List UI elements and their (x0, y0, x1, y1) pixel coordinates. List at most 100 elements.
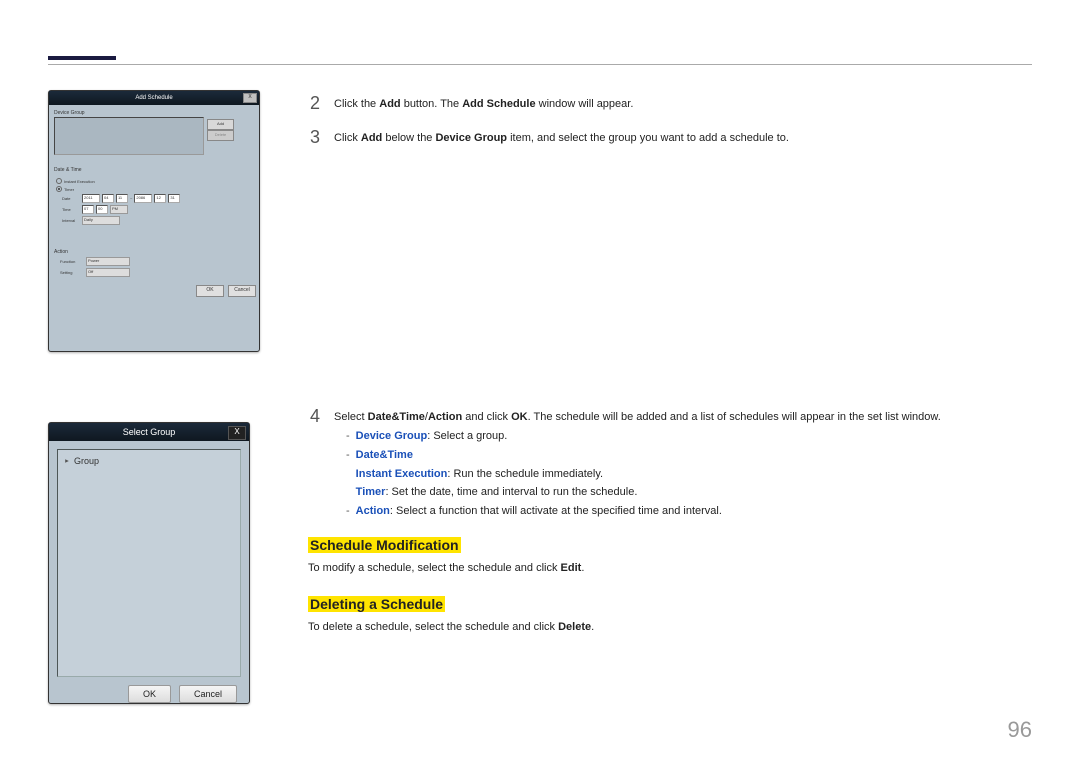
add-schedule-title-bar: Add Schedule X (49, 91, 259, 105)
group-tree-root[interactable]: Group (64, 456, 234, 466)
text: . (581, 562, 584, 574)
date-time-box: Instant Execution Timer Date 2011 04 11 … (54, 174, 254, 229)
date-row-label: Date (62, 196, 80, 201)
date-separator: ~ (130, 196, 132, 201)
text: Select (334, 411, 368, 423)
para-deleting-schedule: To delete a schedule, select the schedul… (308, 620, 1032, 635)
bold-add-schedule: Add Schedule (462, 98, 535, 110)
text: : Select a group. (427, 430, 507, 442)
radio-timer[interactable] (56, 186, 62, 192)
close-icon[interactable]: X (228, 426, 246, 440)
header-rule (48, 64, 1032, 65)
device-group-list[interactable] (54, 117, 204, 155)
sublist-item-device-group: - Device Group: Select a group. (346, 427, 1032, 446)
select-group-body: Group (57, 449, 241, 677)
label-datetime: Date&Time (356, 449, 413, 461)
page-number: 96 (1008, 717, 1032, 743)
close-icon[interactable]: X (243, 93, 257, 103)
label-instant: Instant Execution (356, 468, 448, 480)
text: and click (462, 411, 511, 423)
text: : Select a function that will activate a… (390, 505, 722, 517)
group-label: Group (74, 456, 99, 466)
date-year-start[interactable]: 2011 (82, 194, 100, 203)
instant-execution-label: Instant Execution (64, 179, 95, 184)
header-marker (48, 56, 116, 60)
text: below the (382, 132, 435, 144)
dash-icon: - (346, 502, 350, 521)
time-ampm[interactable]: PM (110, 205, 128, 214)
ok-button[interactable]: OK (196, 285, 224, 297)
add-schedule-title: Add Schedule (135, 95, 172, 101)
collapse-icon (64, 458, 70, 464)
text: : Run the schedule immediately. (447, 468, 603, 480)
bold-add: Add (361, 132, 382, 144)
bold-add: Add (379, 98, 400, 110)
step-body: Click Add below the Device Group item, a… (334, 128, 1032, 146)
step-body: Select Date&Time/Action and click OK. Th… (334, 407, 1032, 521)
text: Click the (334, 98, 379, 110)
sublist-item-datetime: - Date&Time Instant Execution: Run the s… (346, 446, 1032, 502)
cancel-button[interactable]: Cancel (228, 285, 256, 297)
step-number: 4 (308, 407, 320, 521)
text: button. The (401, 98, 463, 110)
device-group-add-button[interactable]: Add (207, 119, 234, 130)
section-schedule-modification: Schedule Modification (308, 537, 1032, 553)
add-schedule-window: Add Schedule X Device Group Add Delete D… (48, 90, 260, 352)
bold-ok: OK (511, 411, 528, 423)
setting-row-label: Setting (60, 270, 84, 275)
function-row-label: Function (60, 259, 84, 264)
text: Click (334, 132, 361, 144)
radio-instant[interactable] (56, 178, 62, 184)
device-group-label: Device Group (54, 110, 254, 116)
device-group-delete-button[interactable]: Delete (207, 130, 234, 141)
bold-delete: Delete (558, 621, 591, 633)
timer-label: Timer (64, 187, 74, 192)
bold-edit: Edit (561, 562, 582, 574)
select-group-title: Select Group (123, 427, 176, 437)
label-action: Action (356, 505, 390, 517)
step-body: Click the Add button. The Add Schedule w… (334, 94, 1032, 112)
interval-select[interactable]: Daily (82, 216, 120, 225)
add-schedule-footer: OK Cancel (49, 282, 259, 300)
text: window will appear. (536, 98, 634, 110)
setting-select[interactable]: Off (86, 268, 130, 277)
select-group-window: Select Group X Group OK Cancel (48, 422, 250, 704)
ok-button[interactable]: OK (128, 685, 171, 703)
step-2: 2 Click the Add button. The Add Schedule… (308, 94, 1032, 112)
heading-deleting-schedule: Deleting a Schedule (308, 596, 445, 612)
cancel-button[interactable]: Cancel (179, 685, 237, 703)
step-number: 3 (308, 128, 320, 146)
sublist-item-action: - Action: Select a function that will ac… (346, 502, 1032, 521)
date-day-end[interactable]: 31 (168, 194, 180, 203)
text: . (591, 621, 594, 633)
time-minute[interactable]: 00 (96, 205, 108, 214)
dash-icon: - (346, 427, 350, 446)
select-group-title-bar: Select Group X (49, 423, 249, 441)
dash-icon: - (346, 446, 350, 502)
heading-schedule-modification: Schedule Modification (308, 537, 461, 553)
text: item, and select the group you want to a… (507, 132, 789, 144)
text: : Set the date, time and interval to run… (385, 486, 637, 498)
left-column: Add Schedule X Device Group Add Delete D… (48, 90, 278, 703)
function-select[interactable]: Power (86, 257, 130, 266)
step-number: 2 (308, 94, 320, 112)
bold-action: Action (428, 411, 462, 423)
date-year-end[interactable]: 2086 (134, 194, 152, 203)
text: To delete a schedule, select the schedul… (308, 621, 558, 633)
date-month-start[interactable]: 04 (102, 194, 114, 203)
step-4-sublist: - Device Group: Select a group. - Date&T… (346, 427, 1032, 520)
date-month-end[interactable]: 12 (154, 194, 166, 203)
text: To modify a schedule, select the schedul… (308, 562, 561, 574)
page-content: Add Schedule X Device Group Add Delete D… (48, 90, 1032, 703)
date-day-start[interactable]: 11 (116, 194, 128, 203)
add-schedule-body: Device Group Add Delete Date & Time Inst… (49, 105, 259, 282)
time-row-label: Time (62, 207, 80, 212)
action-label: Action (54, 249, 254, 255)
section-deleting-schedule: Deleting a Schedule (308, 596, 1032, 612)
select-group-footer: OK Cancel (49, 685, 249, 713)
label-device-group: Device Group (356, 430, 428, 442)
para-schedule-modification: To modify a schedule, select the schedul… (308, 561, 1032, 576)
bold-datetime: Date&Time (368, 411, 425, 423)
date-time-label: Date & Time (54, 167, 254, 173)
time-hour[interactable]: 07 (82, 205, 94, 214)
